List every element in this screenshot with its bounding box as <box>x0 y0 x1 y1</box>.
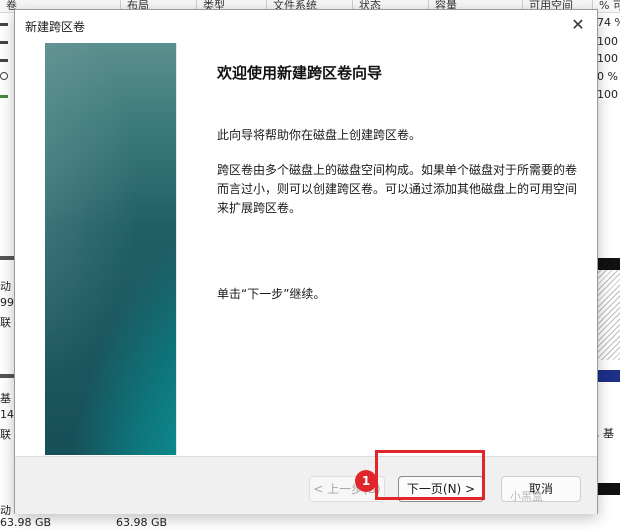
dialog-title: 新建跨区卷 <box>25 20 86 34</box>
step-number-badge: 1 <box>355 470 377 492</box>
site-watermark: 小黑盒 <box>510 490 543 503</box>
dialog-titlebar[interactable]: 新建跨区卷 ✕ <box>15 10 597 40</box>
disk-size-label: 63.98 GB <box>0 516 52 529</box>
wizard-banner-image <box>45 43 176 455</box>
close-icon[interactable]: ✕ <box>567 14 589 36</box>
percent-free-cell: 74 % <box>597 16 620 29</box>
partition-header-bar <box>596 370 620 382</box>
unallocated-partition[interactable] <box>596 270 620 360</box>
wizard-description-text: 跨区卷由多个磁盘上的磁盘空间构成。如果单个磁盘对于所需要的卷而言过小，则可以创建… <box>217 163 578 215</box>
percent-free-cell: 0 % <box>597 70 618 83</box>
wizard-intro-text: 此向导将帮助你在磁盘上创建跨区卷。 <box>217 128 422 142</box>
wizard-continue-hint: 单击“下一步”继续。 <box>217 287 326 301</box>
partition-size-label: 63.98 GB <box>116 516 168 529</box>
next-button-highlight-box <box>375 450 485 500</box>
wizard-button-bar: < 上一步(B) 下一页(N) > 取消 <box>15 456 597 514</box>
banner-divider <box>176 43 177 455</box>
wizard-heading: 欢迎使用新建跨区卷向导 <box>217 64 383 82</box>
percent-free-cell: 100 <box>597 35 618 48</box>
new-spanned-volume-dialog: 新建跨区卷 ✕ 欢迎使用新建跨区卷向导 此向导将帮助你在磁盘上创建跨区卷。 跨区… <box>14 9 598 514</box>
percent-free-cell: 100 <box>597 52 618 65</box>
partition-header-bar <box>596 258 620 270</box>
disk-row-marker <box>0 374 14 378</box>
partition-info-text: , 基 <box>596 425 620 439</box>
disk-row-marker <box>0 256 14 260</box>
percent-free-cell: 100 <box>597 88 618 101</box>
partition-header-bar <box>596 483 620 495</box>
